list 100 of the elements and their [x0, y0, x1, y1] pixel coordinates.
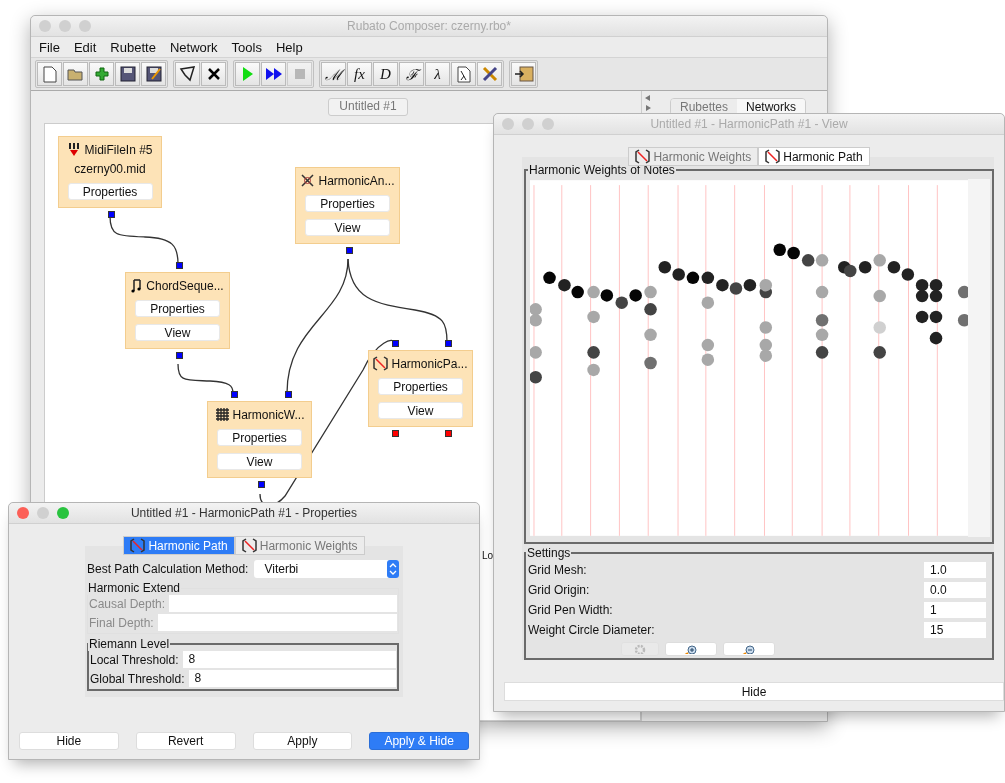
plus-icon — [94, 67, 109, 81]
note-dot — [773, 243, 786, 256]
properties-button[interactable]: Properties — [378, 378, 463, 395]
field-label: Best Path Calculation Method: — [87, 562, 249, 576]
dialog-button[interactable]: Apply — [252, 732, 353, 750]
window-title: Untitled #1 - HarmonicPath #1 - Properties — [130, 506, 358, 520]
input-port[interactable] — [175, 262, 183, 269]
note-dot — [716, 278, 729, 292]
view-button[interactable]: View — [378, 402, 463, 419]
group-title: Harmonic Extend — [87, 581, 182, 595]
tools-button[interactable] — [477, 62, 502, 86]
zoom-out-button[interactable] — [723, 642, 775, 656]
note-dot — [901, 268, 915, 281]
network-tab[interactable]: Untitled #1 — [328, 98, 408, 116]
group-title: Riemann Level — [88, 637, 171, 651]
output-port[interactable] — [257, 481, 265, 488]
open-button[interactable] — [63, 62, 88, 86]
tab[interactable]: Harmonic Path — [758, 147, 870, 166]
setting-field[interactable]: 0.0 — [924, 582, 986, 598]
menu-item[interactable]: Tools — [224, 39, 269, 55]
note-dot — [887, 261, 901, 274]
input-port[interactable] — [391, 340, 399, 347]
setting-field[interactable]: 1.0 — [924, 562, 986, 578]
sketch-button[interactable] — [175, 62, 200, 86]
menu-item[interactable]: Network — [162, 39, 225, 55]
note-dot — [629, 289, 642, 302]
note-dot — [815, 346, 829, 359]
zoom-in-button[interactable] — [665, 642, 717, 656]
note-dot — [815, 314, 829, 327]
formula-button[interactable]: D — [373, 62, 398, 86]
tools-icon — [480, 65, 499, 83]
output-port[interactable] — [444, 430, 452, 437]
note-dot — [644, 285, 657, 299]
menu-item[interactable]: Edit — [66, 39, 104, 55]
properties-button[interactable]: Properties — [135, 300, 220, 317]
output-port[interactable] — [345, 247, 353, 254]
formula-button[interactable]: λ — [425, 62, 450, 86]
scroll-track[interactable] — [968, 179, 990, 537]
path-icon — [765, 149, 781, 164]
note-dot — [929, 278, 943, 292]
note-dot — [787, 246, 800, 260]
output-port[interactable] — [391, 430, 399, 437]
note-dot — [915, 278, 929, 292]
note-dot — [873, 289, 886, 303]
partial-label: Lo — [482, 550, 494, 561]
field-label: Final Depth: — [89, 615, 154, 630]
note-dot — [801, 254, 815, 267]
setting-label: Weight Circle Diameter: — [528, 623, 655, 637]
properties-button[interactable]: Properties — [305, 195, 390, 212]
menu-item[interactable]: Rubette — [103, 39, 163, 55]
input-port[interactable] — [284, 391, 292, 398]
scroll-arrows-icon[interactable] — [644, 94, 652, 112]
input-field[interactable]: 8 — [182, 651, 396, 668]
field-label: Causal Depth: — [89, 596, 166, 611]
run-all-button[interactable] — [261, 62, 286, 86]
note-dot — [701, 296, 715, 309]
properties-button[interactable]: Properties — [67, 183, 153, 200]
dialog-button[interactable]: Hide — [19, 732, 119, 750]
save-as-button[interactable] — [141, 62, 166, 86]
path-icon — [635, 149, 651, 164]
path-icon — [130, 538, 146, 553]
view-button[interactable]: View — [135, 324, 220, 341]
input-field[interactable]: 8 — [188, 670, 396, 687]
add-button[interactable] — [89, 62, 114, 86]
note-dot — [915, 289, 929, 303]
tab[interactable]: Harmonic Path — [123, 536, 235, 555]
tab[interactable]: Harmonic Weights — [234, 536, 365, 555]
properties-button[interactable]: Properties — [217, 429, 302, 446]
setting-field[interactable]: 15 — [924, 622, 986, 638]
note-dot — [658, 261, 672, 274]
input-port[interactable] — [230, 391, 238, 398]
node-title: ChordSeque... — [146, 278, 224, 293]
dialog-button[interactable]: Revert — [135, 732, 236, 750]
dialog-button[interactable]: Apply & Hide — [369, 732, 469, 750]
input-port[interactable] — [444, 340, 452, 347]
method-dropdown[interactable]: Viterbi — [254, 560, 399, 578]
view-button[interactable]: View — [305, 219, 390, 236]
formula-button[interactable]: ℳ — [321, 62, 346, 86]
formula-button[interactable]: ℱ — [399, 62, 424, 86]
save-button[interactable] — [115, 62, 140, 86]
hide-button[interactable]: Hide — [504, 682, 1004, 701]
lambda-page-icon — [456, 65, 471, 83]
lambda-page-button[interactable] — [451, 62, 476, 86]
formula-button[interactable]: fx — [347, 62, 372, 86]
output-port[interactable] — [107, 211, 115, 218]
delete-button[interactable] — [201, 62, 226, 86]
view-button[interactable]: View — [217, 453, 302, 470]
note-dot — [558, 278, 571, 292]
tab[interactable]: Harmonic Weights — [628, 147, 759, 166]
note-dot — [587, 363, 600, 377]
note-dot — [615, 296, 628, 309]
new-button[interactable] — [37, 62, 62, 86]
menu-item[interactable]: Help — [268, 39, 310, 55]
menu-item[interactable]: File — [32, 39, 67, 55]
note-dot — [672, 268, 685, 281]
page-icon — [42, 65, 57, 83]
connection-line — [177, 363, 234, 394]
window-control-icon[interactable] — [17, 507, 29, 519]
output-port[interactable] — [175, 352, 183, 359]
setting-field[interactable]: 1 — [924, 602, 986, 618]
